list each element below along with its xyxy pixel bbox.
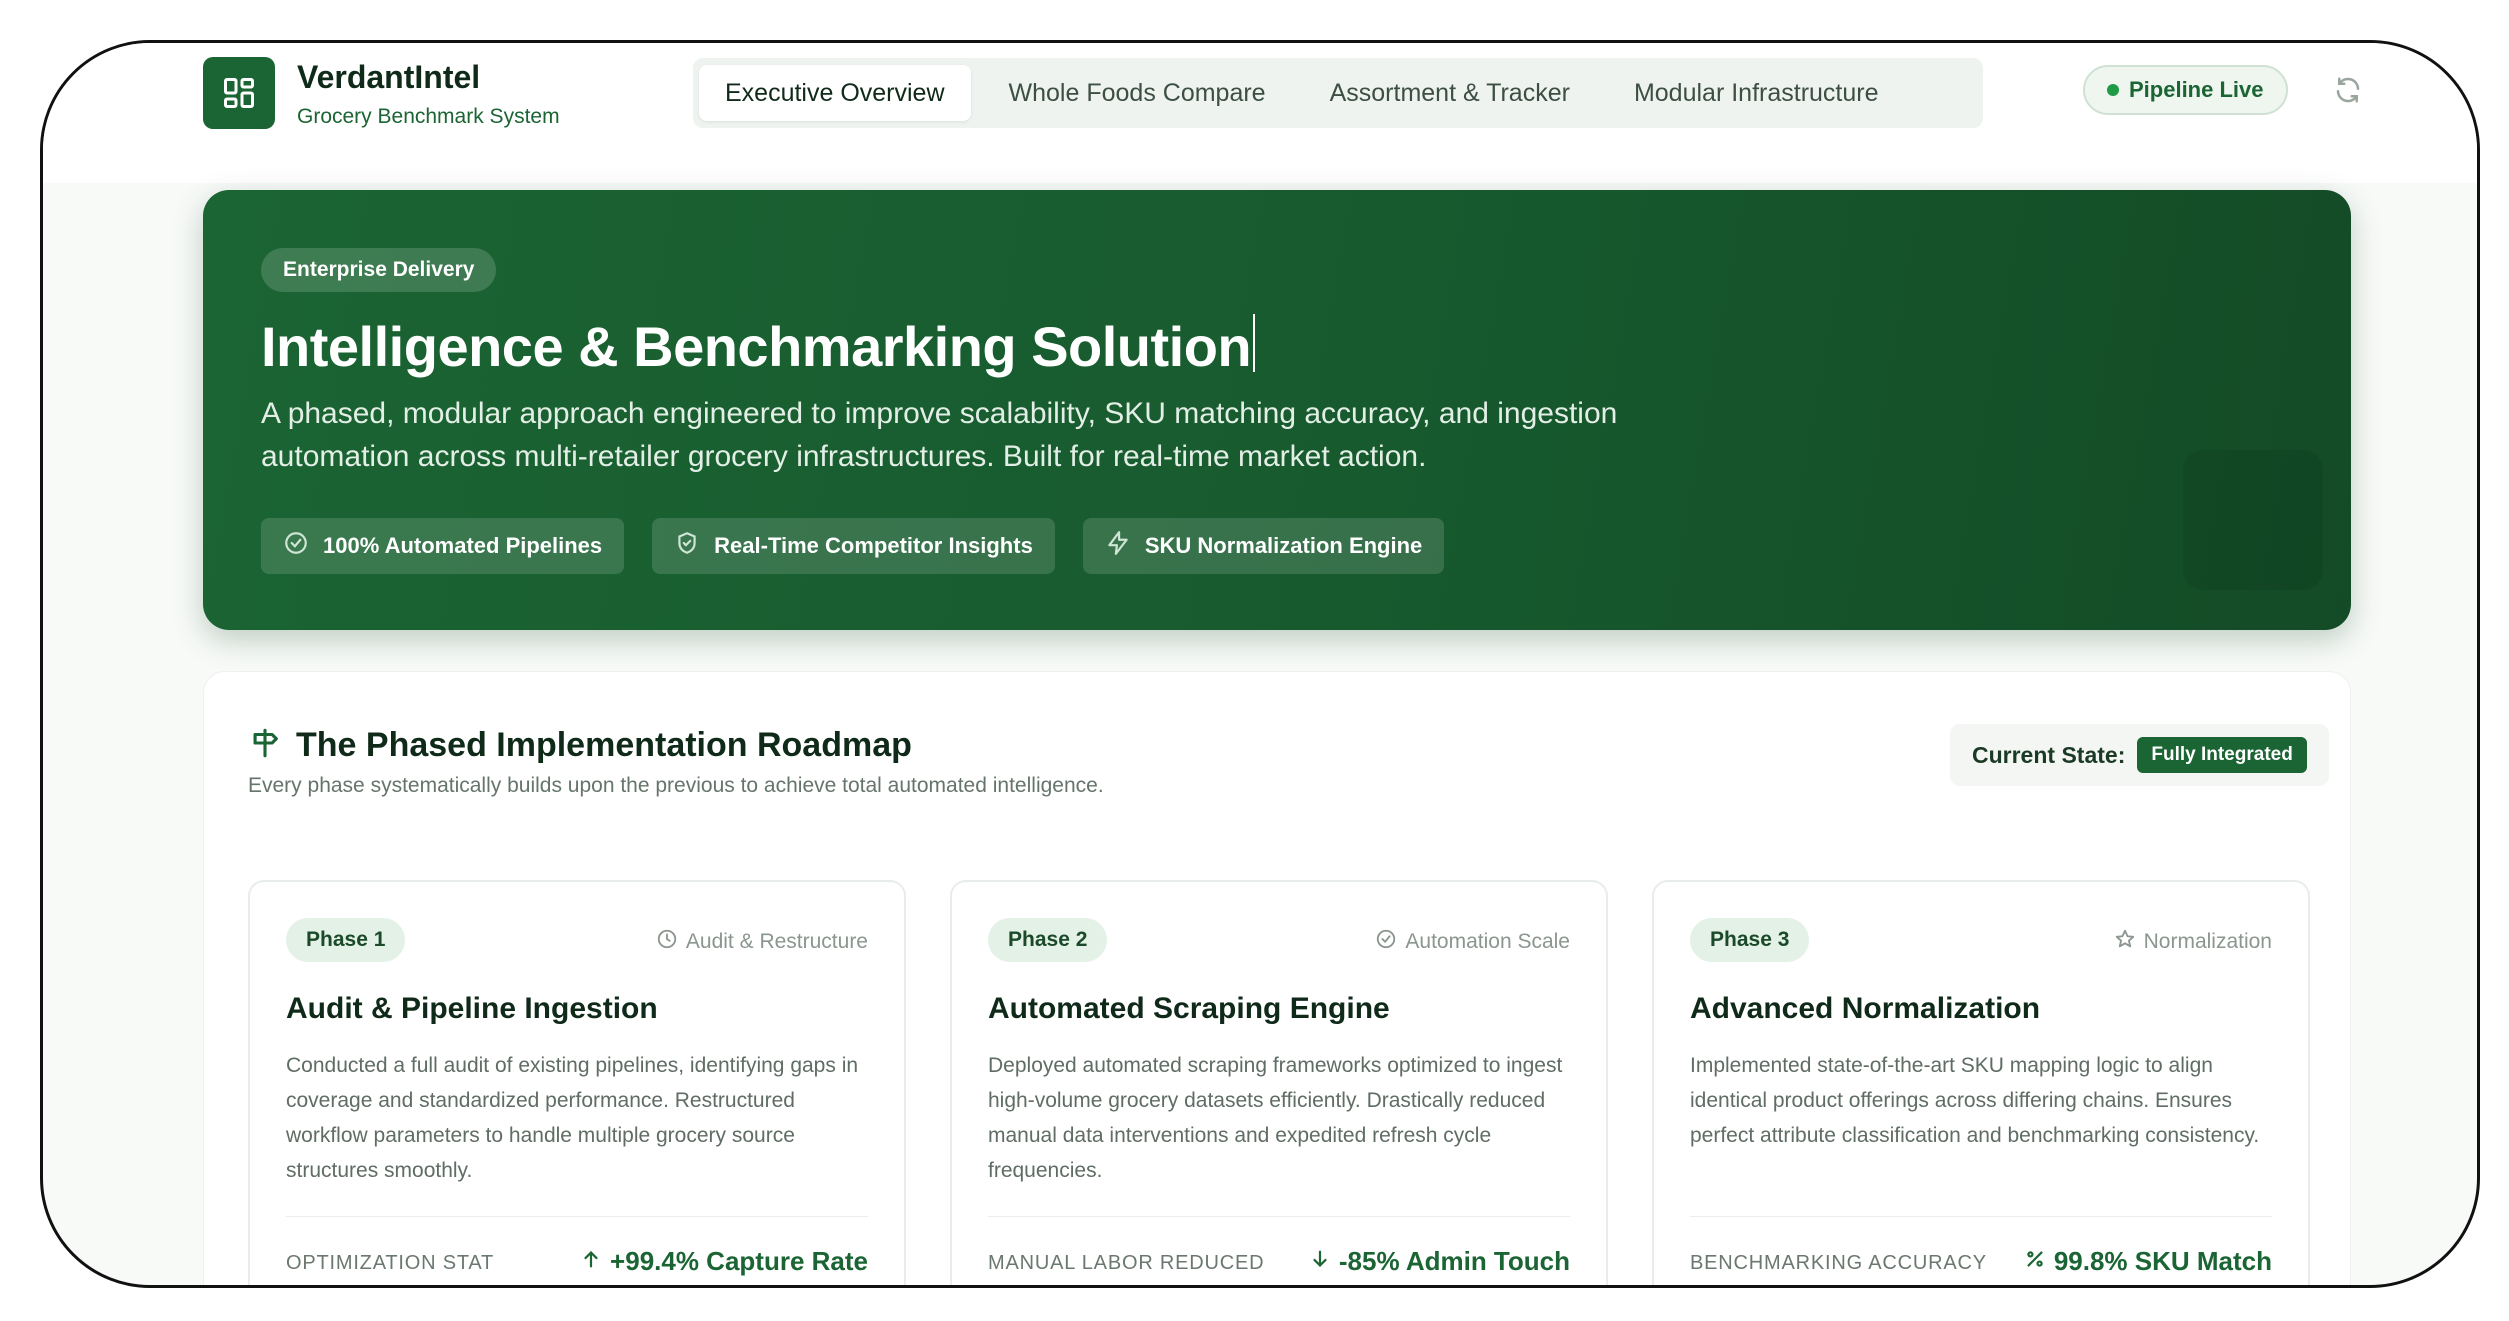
check-circle-icon (1375, 928, 1397, 956)
refresh-icon[interactable] (2325, 67, 2371, 113)
tab-assortment-tracker[interactable]: Assortment & Tracker (1304, 65, 1596, 121)
roadmap-title: The Phased Implementation Roadmap (296, 726, 912, 764)
current-state-box: Current State: Fully Integrated (1950, 724, 2329, 786)
hero-description: A phased, modular approach engineered to… (261, 397, 1618, 473)
brand-subtitle: Grocery Benchmark System (297, 105, 560, 128)
stat-value-text: -85% Admin Touch (1338, 1246, 1570, 1276)
check-circle-icon (283, 530, 309, 562)
phase-tag-label: Automation Scale (1405, 930, 1570, 953)
status-dot (2107, 84, 2119, 96)
chip-competitor-insights: Real-Time Competitor Insights (652, 518, 1055, 574)
chip-label: Real-Time Competitor Insights (714, 533, 1033, 558)
star-icon (2114, 928, 2136, 956)
phase-description: Implemented state-of-the-art SKU mapping… (1690, 1054, 2260, 1147)
stat-value: 99.8% SKU Match (2024, 1246, 2272, 1277)
phase-card-2[interactable]: Phase 2 Automation Scale Automated Scrap… (950, 880, 1608, 1285)
stat-value: +99.4% Capture Rate (580, 1246, 868, 1277)
phase-title: Audit & Pipeline Ingestion (286, 992, 658, 1025)
app-window: VerdantIntel Grocery Benchmark System Ex… (40, 40, 2480, 1288)
divider (286, 1216, 868, 1217)
phase-tag-label: Normalization (2143, 930, 2272, 953)
current-state-badge: Fully Integrated (2137, 737, 2307, 773)
chip-label: 100% Automated Pipelines (323, 533, 603, 558)
chip-label: SKU Normalization Engine (1144, 533, 1423, 558)
arrow-down-icon (1309, 1246, 1331, 1277)
phase-description: Deployed automated scraping frameworks o… (988, 1054, 1563, 1182)
roadmap-subtitle: Every phase systematically builds upon t… (248, 774, 1104, 797)
hero-badge: Enterprise Delivery (261, 248, 497, 292)
current-state-label: Current State: (1972, 741, 2126, 768)
arrow-up-icon (580, 1246, 602, 1277)
top-bar: VerdantIntel Grocery Benchmark System Ex… (43, 43, 2477, 183)
main-tabs: Executive Overview Whole Foods Compare A… (693, 58, 1983, 128)
phase-badge: Phase 1 (286, 918, 406, 962)
phase-tag: Normalization (2114, 928, 2272, 956)
hero-chips: 100% Automated Pipelines Real-Time Compe… (261, 518, 1445, 574)
pipeline-status-badge[interactable]: Pipeline Live (2083, 65, 2288, 115)
phase-badge: Phase 3 (1690, 918, 1810, 962)
divider (1690, 1216, 2272, 1217)
brand-title: VerdantIntel (297, 59, 481, 95)
phase-title: Automated Scraping Engine (988, 992, 1390, 1025)
hero-title-text: Intelligence & Benchmarking Solution (261, 315, 1252, 378)
stat-value-text: 99.8% SKU Match (2053, 1246, 2272, 1276)
phase-card-3[interactable]: Phase 3 Normalization Advanced Normaliza… (1652, 880, 2310, 1285)
text-caret (1253, 314, 1256, 372)
tab-modular-infrastructure[interactable]: Modular Infrastructure (1608, 65, 1905, 121)
tab-executive-overview[interactable]: Executive Overview (699, 65, 971, 121)
stat-label: OPTIMIZATION STAT (286, 1252, 495, 1274)
phase-card-1[interactable]: Phase 1 Audit & Restructure Audit & Pipe… (248, 880, 906, 1285)
phase-tag: Automation Scale (1375, 928, 1570, 956)
chip-sku-engine: SKU Normalization Engine (1082, 518, 1445, 574)
phase-tag: Audit & Restructure (656, 928, 868, 956)
clock-icon (656, 928, 678, 956)
lightning-icon (1105, 530, 1131, 562)
roadmap-panel: The Phased Implementation Roadmap Every … (203, 671, 2351, 1285)
percent-icon (2024, 1246, 2046, 1277)
shield-check-icon (674, 530, 700, 562)
phase-title: Advanced Normalization (1690, 992, 2041, 1025)
chip-automated-pipelines: 100% Automated Pipelines (261, 518, 625, 574)
hero-title: Intelligence & Benchmarking Solution (261, 314, 1256, 379)
tab-whole-foods-compare[interactable]: Whole Foods Compare (983, 65, 1292, 121)
phase-tag-label: Audit & Restructure (685, 930, 868, 953)
stat-label: BENCHMARKING ACCURACY (1690, 1252, 1987, 1274)
hero-decoration (2183, 450, 2323, 590)
phase-badge: Phase 2 (988, 918, 1108, 962)
hero-banner: Enterprise Delivery Intelligence & Bench… (203, 190, 2351, 630)
stat-value: -85% Admin Touch (1309, 1246, 1570, 1277)
stat-label: MANUAL LABOR REDUCED (988, 1252, 1265, 1274)
dashboard-grid-icon[interactable] (203, 57, 275, 129)
phase-description: Conducted a full audit of existing pipel… (286, 1054, 859, 1182)
divider (988, 1216, 1570, 1217)
stat-value-text: +99.4% Capture Rate (610, 1246, 868, 1276)
signpost-icon (248, 726, 282, 765)
pipeline-status-label: Pipeline Live (2129, 77, 2264, 102)
roadmap-header: The Phased Implementation Roadmap (248, 726, 912, 765)
phase-cards: Phase 1 Audit & Restructure Audit & Pipe… (248, 880, 2310, 1285)
